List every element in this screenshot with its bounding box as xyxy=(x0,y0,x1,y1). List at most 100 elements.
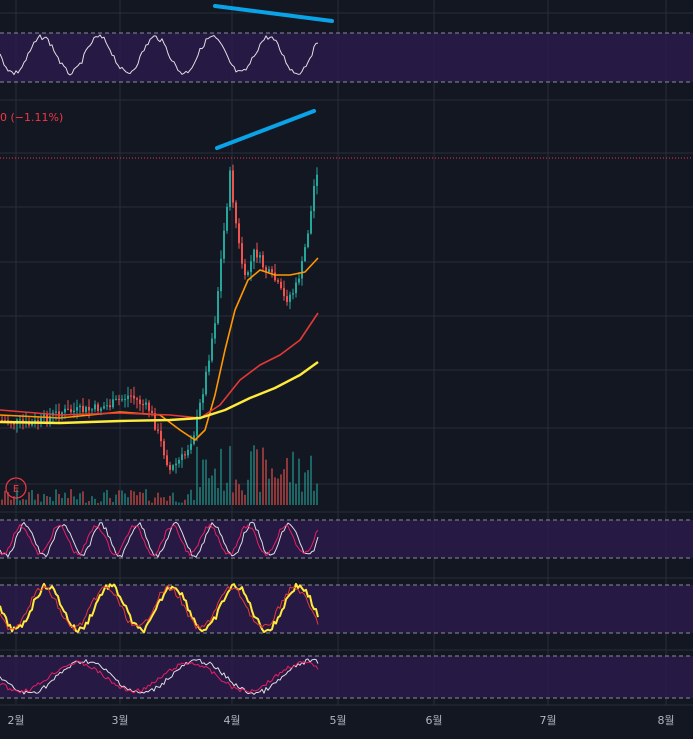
stock-chart[interactable]: 2월 3월 4월 5월 6월 7월 8월 0 (−1.11%) E xyxy=(0,0,693,739)
candle-body xyxy=(160,430,162,442)
volume-bar xyxy=(82,491,84,505)
candle-body xyxy=(253,249,255,262)
volume-bar xyxy=(130,490,132,505)
candle-body xyxy=(268,269,270,272)
candle-body xyxy=(46,414,48,423)
volume-bar xyxy=(97,502,99,505)
volume-bar xyxy=(70,489,72,505)
candle-body xyxy=(238,223,240,244)
candle-body xyxy=(277,280,279,282)
axis-labels: 2월 3월 4월 5월 6월 7월 8월 xyxy=(7,714,674,727)
volume-bar xyxy=(91,496,93,505)
volume-bar xyxy=(310,455,312,505)
candle-body xyxy=(55,411,57,413)
volume-bar xyxy=(259,491,261,505)
candle-body xyxy=(181,454,183,461)
candle-body xyxy=(166,455,168,465)
volume-bar xyxy=(280,474,282,505)
volume-bar xyxy=(160,497,162,505)
volume-bar xyxy=(250,451,252,505)
volume-bar xyxy=(151,502,153,505)
candle-body xyxy=(76,407,78,411)
volume-bar xyxy=(229,446,231,505)
x-tick-label: 5월 xyxy=(329,714,346,727)
candle-body xyxy=(19,419,21,421)
candle-body xyxy=(172,465,174,470)
indicator-band xyxy=(0,520,693,558)
volume-bar xyxy=(154,497,156,505)
volume-bar xyxy=(277,478,279,505)
volume-bar xyxy=(244,494,246,505)
candle-body xyxy=(283,288,285,297)
candle-body xyxy=(244,263,246,276)
candle-body xyxy=(286,296,288,302)
candle-body xyxy=(127,395,129,400)
volume-bar xyxy=(136,495,138,505)
candle-body xyxy=(157,429,159,431)
volume-bar xyxy=(49,496,51,505)
volume-bar xyxy=(301,491,303,505)
volume-bar xyxy=(139,492,141,505)
volume-bar xyxy=(190,489,192,505)
candle-body xyxy=(262,255,264,268)
volume-bar xyxy=(121,490,123,505)
candle-body xyxy=(151,410,153,414)
volume-bar xyxy=(34,499,36,505)
volume-bar xyxy=(79,493,81,505)
price-change-label: 0 (−1.11%) xyxy=(0,111,63,124)
x-tick-label: 3월 xyxy=(111,714,128,727)
candle-body xyxy=(292,293,294,295)
candle-body xyxy=(178,460,180,464)
candle-body xyxy=(88,406,90,411)
candle-body xyxy=(118,398,120,400)
volume-bar xyxy=(241,490,243,505)
volume-bar xyxy=(232,492,234,505)
volume-bar xyxy=(211,475,213,505)
candle-body xyxy=(64,408,66,413)
candle-body xyxy=(310,211,312,234)
candle-body xyxy=(13,423,15,425)
candle-body xyxy=(316,174,318,186)
volume-bar xyxy=(133,491,135,505)
volume-bar xyxy=(262,447,264,505)
volume-bar xyxy=(202,459,204,505)
volume-bar xyxy=(100,501,102,505)
indicator-bands xyxy=(0,32,693,699)
candle-body xyxy=(187,449,189,456)
candle-body xyxy=(199,402,201,417)
candle-body xyxy=(136,398,138,400)
volume-bar xyxy=(226,482,228,505)
candle-body xyxy=(289,294,291,302)
candle-body xyxy=(304,247,306,262)
candle-body xyxy=(256,249,258,258)
candle-body xyxy=(109,405,111,408)
candle-body xyxy=(301,261,303,279)
candle-body xyxy=(226,207,228,231)
volume-bar xyxy=(196,446,198,505)
x-tick-label: 2월 xyxy=(7,714,24,727)
volume-bar xyxy=(43,493,45,505)
candle-body xyxy=(73,410,75,413)
volume-bar xyxy=(205,459,207,505)
volume-bar xyxy=(316,483,318,505)
candle-body xyxy=(202,394,204,403)
volume-bar xyxy=(118,490,120,505)
volume-bar xyxy=(313,490,315,505)
volume-bar xyxy=(304,472,306,505)
candle-body xyxy=(274,272,276,281)
volume-bar xyxy=(172,492,174,505)
volume-bar xyxy=(19,500,21,505)
x-tick-label: 7월 xyxy=(539,714,556,727)
volume-bar xyxy=(112,502,114,505)
volume-bars xyxy=(1,445,318,505)
candle-body xyxy=(232,170,234,203)
candle-body xyxy=(298,278,300,283)
volume-bar xyxy=(274,477,276,505)
volume-bar xyxy=(88,500,90,505)
candle-body xyxy=(259,255,261,258)
candle-body xyxy=(211,338,213,361)
volume-bar xyxy=(283,469,285,505)
earnings-label: E xyxy=(13,484,19,495)
volume-bar xyxy=(268,478,270,505)
volume-bar xyxy=(181,502,183,505)
